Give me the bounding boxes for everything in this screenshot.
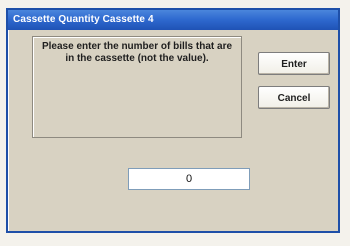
cassette-quantity-dialog: Cassette Quantity Cassette 4 Please ente…	[6, 8, 340, 233]
instruction-panel: Please enter the number of bills that ar…	[32, 36, 242, 138]
instruction-text: Please enter the number of bills that ar…	[41, 41, 233, 64]
cancel-button[interactable]: Cancel	[258, 86, 330, 109]
enter-button[interactable]: Enter	[258, 52, 330, 75]
dialog-title-bar: Cassette Quantity Cassette 4	[8, 10, 338, 30]
dialog-title: Cassette Quantity Cassette 4	[13, 14, 154, 25]
quantity-input[interactable]	[128, 168, 250, 190]
